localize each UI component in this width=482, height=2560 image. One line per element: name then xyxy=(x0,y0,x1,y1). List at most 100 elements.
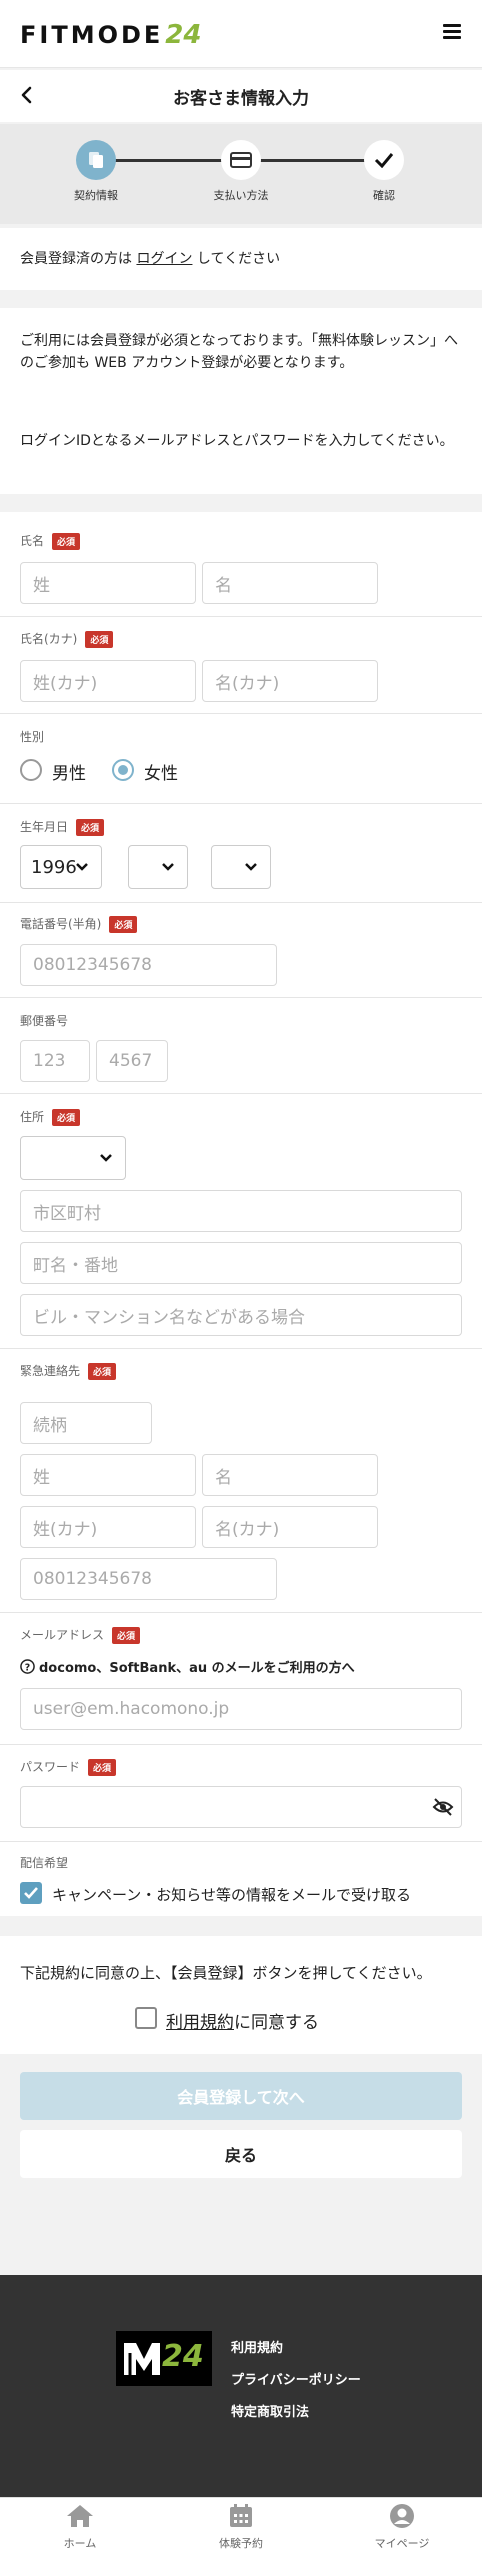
card-icon xyxy=(230,152,252,168)
email-label: メールアドレス 必須 xyxy=(20,1626,141,1644)
step-contract xyxy=(76,140,116,180)
first-name-kana-input[interactable]: 名(カナ) xyxy=(202,660,378,702)
phone-label: 電話番号(半角) 必須 xyxy=(20,915,138,933)
eye-slash-icon[interactable] xyxy=(432,1797,454,1817)
newsletter-checkbox-label[interactable]: キャンペーン・お知らせ等の情報をメールで受け取る xyxy=(52,1884,411,1905)
footer-link-commerce-law[interactable]: 特定商取引法 xyxy=(231,2401,309,2420)
emergency-phone-input[interactable]: 08012345678 xyxy=(20,1558,277,1600)
page-title: お客さま情報入力 xyxy=(173,89,309,109)
carrier-notice-link[interactable]: ? docomo、SoftBank、au のメールをご利用の方へ xyxy=(20,1657,355,1676)
check-icon xyxy=(24,1887,38,1899)
kana-label: 氏名(カナ) 必須 xyxy=(20,630,114,648)
required-badge: 必須 xyxy=(109,916,138,933)
tab-trial-booking[interactable]: 体験予約 xyxy=(191,2503,291,2551)
chevron-down-icon xyxy=(245,863,257,871)
required-badge: 必須 xyxy=(52,1109,81,1126)
terms-checkbox[interactable] xyxy=(135,2007,157,2029)
gender-label: 性別 xyxy=(20,730,45,744)
step-confirm xyxy=(364,140,404,180)
prefecture-select[interactable] xyxy=(20,1136,126,1180)
terms-checkbox-label[interactable]: 利用規約に同意する xyxy=(166,2008,319,2033)
password-input[interactable] xyxy=(20,1786,462,1828)
emergency-first-name-input[interactable]: 名 xyxy=(202,1454,378,1496)
footer-logo-number: 24 xyxy=(162,2339,204,2374)
logo-number: 24 xyxy=(165,20,202,50)
footer-link-terms[interactable]: 利用規約 xyxy=(231,2337,283,2356)
login-notice: 会員登録済の方は ログイン してください xyxy=(20,251,281,267)
email-input[interactable]: user@em.hacomono.jp xyxy=(20,1688,462,1730)
divider xyxy=(0,1841,482,1842)
step-label-confirm: 確認 xyxy=(373,189,395,202)
terms-link[interactable]: 利用規約 xyxy=(166,2013,234,2033)
required-badge: 必須 xyxy=(88,1759,117,1776)
gender-female-label[interactable]: 女性 xyxy=(144,759,178,784)
svg-text:?: ? xyxy=(25,1662,30,1673)
birth-month-select[interactable] xyxy=(128,845,188,889)
tab-home[interactable]: ホーム xyxy=(30,2503,130,2551)
last-name-input[interactable]: 姓 xyxy=(20,562,196,604)
tab-home-label: ホーム xyxy=(63,2537,97,2550)
divider xyxy=(0,616,482,617)
home-icon xyxy=(67,2505,93,2527)
terms-notice: 下記規約に同意の上、【会員登録】ボタンを押してください。 xyxy=(20,1964,432,1982)
user-icon xyxy=(390,2504,414,2528)
tab-mypage-label: マイページ xyxy=(374,2537,430,2550)
postal-code-2-input[interactable]: 4567 xyxy=(96,1040,168,1082)
emergency-first-kana-input[interactable]: 名(カナ) xyxy=(202,1506,378,1548)
chevron-down-icon xyxy=(100,1154,112,1162)
terms-section xyxy=(0,1936,482,2054)
gender-male-label[interactable]: 男性 xyxy=(52,759,86,784)
question-icon: ? xyxy=(20,1659,35,1674)
login-link[interactable]: ログイン xyxy=(136,251,192,267)
logo-text: FITMODE xyxy=(20,21,164,49)
fitmode-logo[interactable]: FITMODE 24 xyxy=(20,20,201,50)
phone-input[interactable]: 08012345678 xyxy=(20,944,277,986)
step-payment xyxy=(221,140,261,180)
postal-code-1-input[interactable]: 123 xyxy=(20,1040,90,1082)
divider xyxy=(0,1348,482,1349)
step-label-contract: 契約情報 xyxy=(74,189,118,202)
footer-logo[interactable]: 24 xyxy=(116,2331,212,2386)
required-badge: 必須 xyxy=(112,1627,141,1644)
address-label: 住所 必須 xyxy=(20,1108,81,1126)
divider xyxy=(0,902,482,903)
chevron-down-icon xyxy=(162,863,174,871)
intro-text-1: ご利用には会員登録が必須となっております。「無料体験レッスン」へのご参加も WE… xyxy=(20,333,459,371)
street-input[interactable]: 町名・番地 xyxy=(20,1242,462,1284)
password-label: パスワード 必須 xyxy=(20,1758,117,1776)
last-name-kana-input[interactable]: 姓(カナ) xyxy=(20,660,196,702)
birthdate-label: 生年月日 必須 xyxy=(20,818,105,836)
required-badge: 必須 xyxy=(88,1363,117,1380)
divider xyxy=(0,997,482,998)
hamburger-menu-icon[interactable] xyxy=(443,24,461,40)
divider xyxy=(0,803,482,804)
footer-link-privacy[interactable]: プライバシーポリシー xyxy=(231,2369,361,2388)
postal-label: 郵便番号 xyxy=(20,1014,69,1028)
gender-male-radio[interactable] xyxy=(20,759,42,781)
name-label: 氏名 必須 xyxy=(20,532,81,550)
back-button[interactable]: 戻る xyxy=(20,2130,462,2178)
tab-mypage[interactable]: マイページ xyxy=(352,2503,452,2551)
submit-button[interactable]: 会員登録して次へ xyxy=(20,2072,462,2120)
calendar-icon xyxy=(230,2504,252,2527)
emergency-last-kana-input[interactable]: 姓(カナ) xyxy=(20,1506,196,1548)
emergency-last-name-input[interactable]: 姓 xyxy=(20,1454,196,1496)
chevron-down-icon xyxy=(76,863,88,871)
intro-text-2: ログインIDとなるメールアドレスとパスワードを入力してください。 xyxy=(20,433,454,449)
birth-day-select[interactable] xyxy=(211,845,271,889)
newsletter-checkbox[interactable] xyxy=(20,1882,42,1904)
emergency-relation-input[interactable]: 続柄 xyxy=(20,1402,152,1444)
birth-year-select[interactable]: 1996 xyxy=(20,845,102,889)
city-input[interactable]: 市区町村 xyxy=(20,1190,462,1232)
divider xyxy=(0,1612,482,1613)
first-name-input[interactable]: 名 xyxy=(202,562,378,604)
gender-female-radio[interactable] xyxy=(112,759,134,781)
step-label-payment: 支払い方法 xyxy=(213,189,269,202)
document-icon xyxy=(89,152,103,168)
divider xyxy=(0,713,482,714)
building-input[interactable]: ビル・マンション名などがある場合 xyxy=(20,1294,462,1336)
emergency-contact-label: 緊急連絡先 必須 xyxy=(20,1362,117,1380)
required-badge: 必須 xyxy=(52,533,81,550)
divider xyxy=(0,1093,482,1094)
check-icon xyxy=(374,153,394,168)
